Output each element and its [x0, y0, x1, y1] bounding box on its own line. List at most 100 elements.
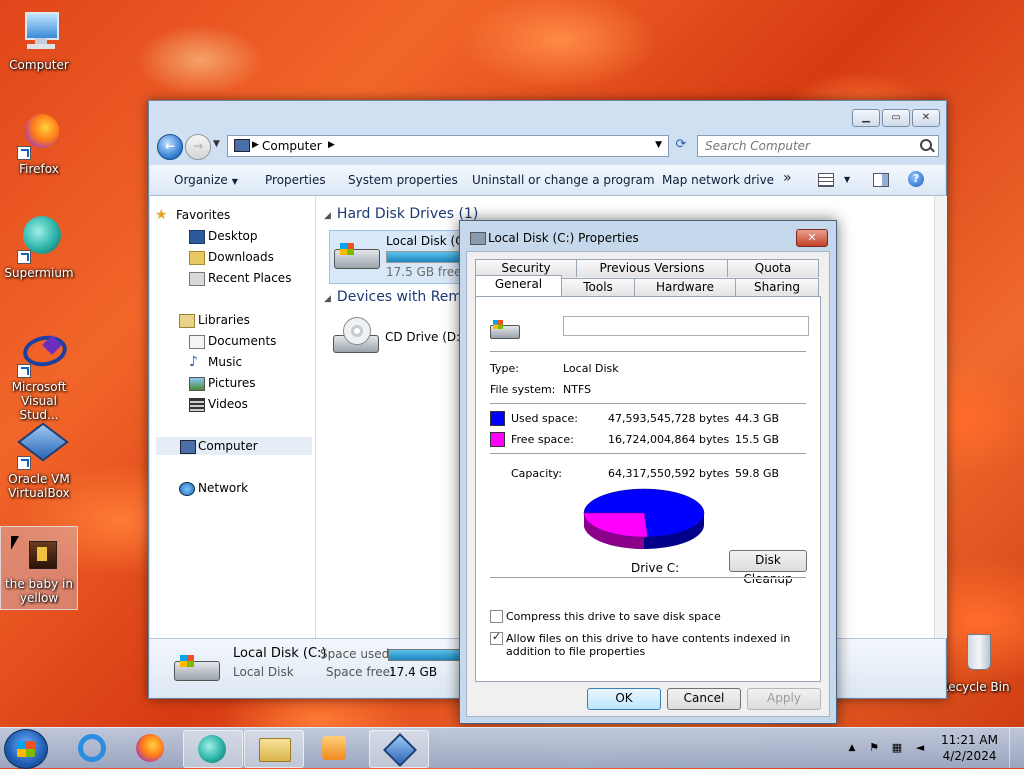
tab-hardware[interactable]: Hardware — [634, 278, 736, 296]
view-options-dropdown-icon[interactable]: ▼ — [844, 175, 850, 184]
collapse-triangle-icon[interactable]: ◢ — [324, 211, 331, 221]
search-input[interactable]: Search Computer — [697, 135, 939, 157]
used-space-label: Used space: — [511, 412, 579, 425]
disk-cleanup-button[interactable]: Disk Cleanup — [729, 550, 807, 586]
nav-computer[interactable]: Computer — [156, 437, 312, 455]
forward-button[interactable]: → — [185, 134, 211, 160]
computer-icon — [234, 139, 250, 152]
start-button[interactable] — [4, 729, 48, 769]
windows-logo-icon — [17, 741, 35, 757]
taskbar-supermium[interactable] — [183, 730, 243, 768]
system-properties-button[interactable]: System properties — [348, 173, 458, 187]
ok-button[interactable]: OK — [587, 688, 661, 710]
organize-label: Organize — [174, 173, 228, 187]
recent-pages-dropdown-icon[interactable]: ▼ — [213, 139, 220, 149]
index-contents-checkbox[interactable] — [490, 630, 503, 645]
cancel-button[interactable]: Cancel — [667, 688, 741, 710]
details-drive-type: Local Disk — [233, 665, 294, 679]
apply-button[interactable]: Apply — [747, 688, 821, 710]
nav-label: Downloads — [208, 250, 274, 264]
drive-icon — [490, 319, 520, 341]
taskbar-media-player[interactable] — [306, 730, 364, 766]
nav-network[interactable]: Network — [179, 479, 248, 497]
drive-d-tile[interactable]: CD Drive (D:) — [329, 313, 479, 363]
nav-label: Computer — [198, 439, 258, 453]
desktop-icon-label: Microsoft Visual Stud... — [11, 380, 67, 422]
nav-libraries[interactable]: Libraries — [179, 311, 250, 329]
more-commands-button[interactable]: » — [783, 170, 792, 186]
nav-music[interactable]: ♪ Music — [189, 353, 242, 371]
nav-documents[interactable]: Documents — [189, 332, 276, 350]
tab-quota[interactable]: Quota — [727, 259, 819, 277]
organize-menu[interactable]: Organize ▼ — [174, 173, 238, 187]
desktop-icon-supermium[interactable]: Supermium — [1, 216, 77, 280]
action-center-flag-icon[interactable]: ⚑ — [867, 741, 881, 755]
desktop-icon-computer[interactable]: Computer — [1, 8, 77, 72]
downloads-folder-icon — [189, 251, 205, 265]
collapse-triangle-icon[interactable]: ◢ — [324, 294, 331, 304]
group-header-hard-disks[interactable]: ◢ Hard Disk Drives (1) — [324, 206, 478, 222]
nav-favorites[interactable]: ★ Favorites — [155, 206, 230, 224]
chevron-down-icon[interactable]: ▼ — [655, 140, 662, 150]
refresh-button[interactable]: ⟳ — [671, 135, 691, 155]
chevron-right-icon[interactable]: ▶ — [328, 140, 335, 150]
back-button[interactable]: ← — [157, 134, 183, 160]
maximize-button[interactable]: ▭ — [882, 109, 910, 127]
desktop-folder-icon — [189, 230, 205, 244]
cd-drive-icon — [333, 317, 383, 353]
nav-downloads[interactable]: Downloads — [189, 248, 274, 266]
nav-label: Desktop — [208, 229, 258, 243]
close-button[interactable]: ✕ — [912, 109, 940, 127]
volume-label-input[interactable] — [563, 316, 809, 336]
desktop-icon-visual-studio[interactable]: Microsoft Visual Stud... — [1, 330, 77, 422]
address-bar[interactable]: ▶ Computer ▶ ▼ — [227, 135, 669, 157]
command-bar: Organize ▼ Properties System properties U… — [150, 165, 945, 196]
group-header-devices[interactable]: ◢ Devices with Remo — [324, 289, 471, 305]
tab-sharing[interactable]: Sharing — [735, 278, 819, 296]
tab-general[interactable]: General — [475, 275, 562, 296]
help-icon[interactable]: ? — [908, 171, 924, 187]
desktop-icon-virtualbox[interactable]: Oracle VM VirtualBox — [1, 422, 77, 500]
dialog-close-button[interactable]: ✕ — [796, 229, 828, 247]
properties-button[interactable]: Properties — [265, 173, 326, 187]
change-view-icon[interactable] — [818, 173, 834, 187]
nav-recent-places[interactable]: Recent Places — [189, 269, 291, 287]
volume-icon[interactable]: ◄ — [913, 741, 927, 755]
filesystem-value: NTFS — [563, 383, 592, 396]
compress-drive-checkbox[interactable] — [490, 610, 503, 623]
minimize-button[interactable]: ▁ — [852, 109, 880, 127]
window-controls: ▁ ▭ ✕ — [852, 109, 940, 127]
divider — [490, 403, 806, 405]
search-placeholder: Search Computer — [705, 139, 810, 153]
details-usage-bar — [388, 649, 470, 661]
breadcrumb-computer[interactable]: Computer — [262, 139, 322, 153]
content-scrollbar[interactable] — [934, 196, 947, 638]
drive-caption: Drive C: — [631, 561, 680, 575]
tab-tools[interactable]: Tools — [561, 278, 635, 296]
show-desktop-button[interactable] — [1009, 728, 1024, 768]
chevron-right-icon[interactable]: ▶ — [252, 140, 259, 150]
desktop-icon-firefox[interactable]: Firefox — [1, 112, 77, 176]
nav-videos[interactable]: Videos — [189, 395, 248, 413]
taskbar-virtualbox[interactable] — [369, 730, 429, 768]
taskbar-internet-explorer[interactable] — [64, 730, 122, 766]
map-network-drive-button[interactable]: Map network drive — [662, 173, 774, 187]
nav-label: Libraries — [198, 313, 250, 327]
taskbar-firefox[interactable] — [122, 730, 180, 766]
dialog-body: Security Previous Versions Quota General… — [466, 251, 830, 717]
desktop-icon-label: Oracle VM VirtualBox — [8, 472, 70, 500]
system-clock[interactable]: 11:21 AM 4/2/2024 — [941, 732, 998, 764]
nav-pictures[interactable]: Pictures — [189, 374, 256, 392]
taskbar-windows-explorer[interactable] — [244, 730, 304, 768]
network-globe-icon — [179, 482, 195, 496]
desktop-icon-recycle-bin[interactable]: Recycle Bin — [937, 630, 1013, 694]
network-icon[interactable]: ▦ — [890, 741, 904, 755]
nav-desktop[interactable]: Desktop — [189, 227, 258, 245]
hard-drive-icon — [174, 651, 224, 687]
uninstall-program-button[interactable]: Uninstall or change a program — [472, 173, 655, 187]
tab-previous-versions[interactable]: Previous Versions — [576, 259, 728, 277]
preview-pane-icon[interactable] — [873, 173, 889, 187]
search-icon[interactable] — [920, 139, 932, 151]
show-hidden-icons-button[interactable]: ▲ — [845, 741, 859, 755]
desktop-icon-label: Firefox — [19, 162, 59, 176]
